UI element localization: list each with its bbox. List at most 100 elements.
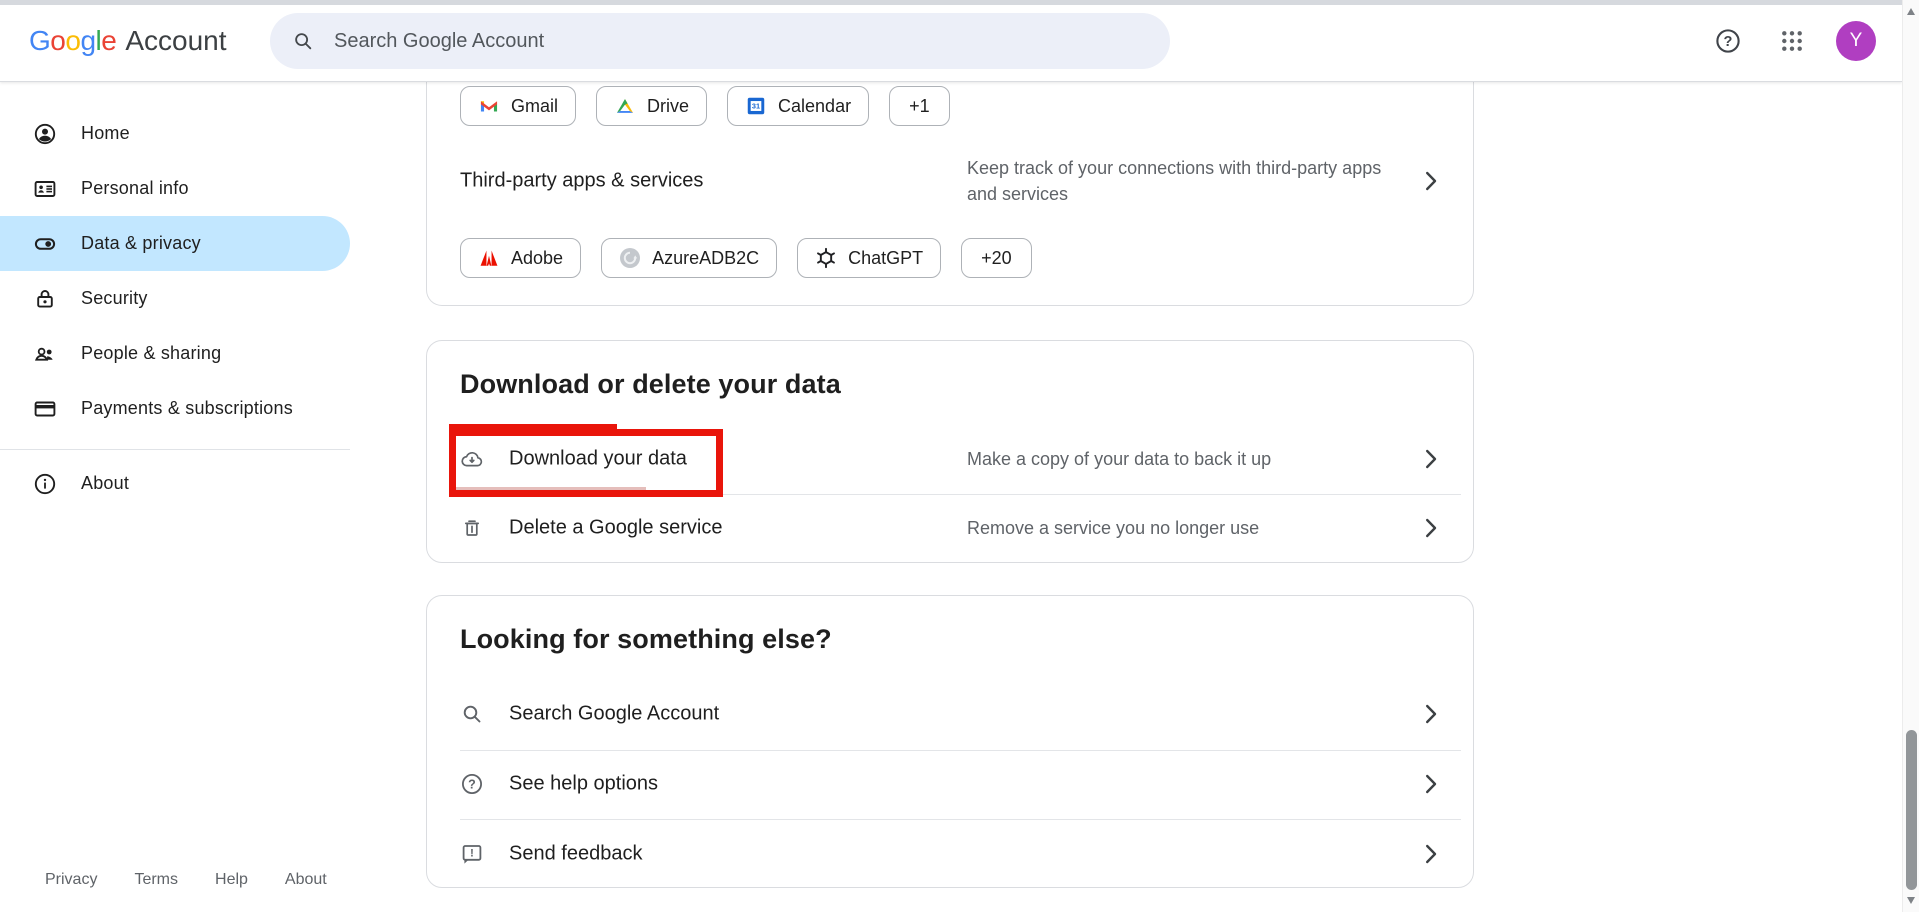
sidebar-item-payments[interactable]: Payments & subscriptions: [0, 381, 350, 436]
row-label: Send feedback: [509, 843, 642, 866]
row-label: See help options: [509, 773, 658, 796]
third-party-card: Gmail Drive 31 Calendar: [426, 82, 1474, 306]
sidebar-item-label: Payments & subscriptions: [81, 398, 293, 419]
svg-text:31: 31: [752, 102, 760, 111]
footer-link-help[interactable]: Help: [215, 871, 248, 889]
logo-letter: g: [80, 25, 95, 57]
trash-icon: [460, 516, 484, 540]
scrollbar-thumb[interactable]: [1906, 730, 1917, 890]
apps-grid-icon: [1781, 30, 1803, 52]
apps-grid-button[interactable]: [1772, 21, 1812, 61]
footer-link-terms[interactable]: Terms: [134, 871, 178, 889]
row-divider: [460, 819, 1461, 820]
calendar-icon: 31: [745, 95, 767, 117]
chip-label: +20: [981, 248, 1012, 269]
footer-link-about[interactable]: About: [285, 871, 327, 889]
chip-gmail[interactable]: Gmail: [460, 86, 576, 126]
sidebar-divider: [0, 449, 350, 450]
info-icon: [33, 472, 57, 496]
card-title: Download or delete your data: [460, 369, 841, 400]
header-actions: ? Y: [1708, 0, 1876, 82]
chip-drive[interactable]: Drive: [596, 86, 707, 126]
chip-label: Gmail: [511, 96, 558, 117]
search-google-account-row[interactable]: Search Google Account: [427, 681, 1473, 747]
sidebar: Home Personal info Data & privacy Securi: [0, 82, 350, 912]
scroll-down-arrow[interactable]: [1907, 897, 1915, 904]
see-help-options-row[interactable]: ? See help options: [427, 751, 1473, 817]
logo-letter: G: [29, 25, 50, 57]
chip-label: Adobe: [511, 248, 563, 269]
svg-text:?: ?: [468, 777, 476, 791]
chip-label: Calendar: [778, 96, 851, 117]
help-icon: ?: [460, 772, 484, 796]
row-label: Download your data: [509, 448, 687, 471]
google-account-logo[interactable]: Google Account: [29, 0, 227, 82]
chip-adobe[interactable]: Adobe: [460, 238, 581, 278]
avatar-initial: Y: [1850, 30, 1863, 52]
chevron-right-icon: [1425, 844, 1437, 864]
lock-icon: [33, 287, 57, 311]
sidebar-item-label: Personal info: [81, 178, 189, 199]
sidebar-item-data-privacy[interactable]: Data & privacy: [0, 216, 350, 271]
footer-links: Privacy Terms Help About: [45, 871, 327, 889]
person-circle-icon: [33, 122, 57, 146]
avatar[interactable]: Y: [1836, 21, 1876, 61]
download-your-data-row[interactable]: Download your data Make a copy of your d…: [427, 426, 1473, 492]
search-icon: [460, 702, 484, 726]
credit-card-icon: [33, 397, 57, 421]
scroll-up-arrow[interactable]: [1907, 8, 1915, 15]
chevron-right-icon: [1425, 171, 1437, 191]
gmail-icon: [478, 95, 500, 117]
svg-text:!: !: [470, 848, 474, 860]
app-chips: Adobe AzureADB2C: [460, 238, 1032, 278]
search-input[interactable]: Search Google Account: [270, 13, 1170, 69]
chevron-right-icon: [1425, 449, 1437, 469]
page-top-strip: [0, 0, 1902, 5]
chip-label: +1: [909, 96, 930, 117]
row-description: Make a copy of your data to back it up: [967, 446, 1397, 472]
footer-link-privacy[interactable]: Privacy: [45, 871, 97, 889]
chip-label: ChatGPT: [848, 248, 923, 269]
chip-azureadb2c[interactable]: AzureADB2C: [601, 238, 777, 278]
sidebar-item-home[interactable]: Home: [0, 106, 350, 161]
search-icon: [292, 30, 314, 52]
sidebar-item-people-sharing[interactable]: People & sharing: [0, 326, 350, 381]
send-feedback-row[interactable]: ! Send feedback: [427, 821, 1473, 887]
looking-for-card: Looking for something else? Search Googl…: [426, 595, 1474, 888]
sidebar-item-label: People & sharing: [81, 343, 221, 364]
people-icon: [33, 342, 57, 366]
sidebar-item-about[interactable]: About: [0, 456, 350, 511]
third-party-apps-row[interactable]: Third-party apps & services Keep track o…: [427, 148, 1473, 214]
logo-letter: o: [50, 25, 65, 57]
logo-letter: o: [65, 25, 80, 57]
sidebar-item-personal-info[interactable]: Personal info: [0, 161, 350, 216]
sidebar-item-label: About: [81, 473, 129, 494]
delete-google-service-row[interactable]: Delete a Google service Remove a service…: [427, 495, 1473, 561]
row-description: Remove a service you no longer use: [967, 515, 1397, 541]
chip-calendar[interactable]: 31 Calendar: [727, 86, 869, 126]
google-services-chips: Gmail Drive 31 Calendar: [460, 86, 950, 126]
sidebar-item-label: Security: [81, 288, 148, 309]
chevron-right-icon: [1425, 704, 1437, 724]
help-button[interactable]: ?: [1708, 21, 1748, 61]
header: Google Account Search Google Account ?: [0, 0, 1902, 82]
help-icon: ?: [1714, 27, 1742, 55]
chip-more-apps[interactable]: +20: [961, 238, 1032, 278]
sidebar-item-security[interactable]: Security: [0, 271, 350, 326]
vertical-scrollbar[interactable]: [1902, 0, 1919, 912]
chip-label: Drive: [647, 96, 689, 117]
row-label: Delete a Google service: [509, 517, 722, 540]
chevron-right-icon: [1425, 774, 1437, 794]
chevron-right-icon: [1425, 518, 1437, 538]
adobe-icon: [478, 247, 500, 269]
search-placeholder: Search Google Account: [334, 30, 544, 53]
chip-chatgpt[interactable]: ChatGPT: [797, 238, 941, 278]
toggle-icon: [33, 232, 57, 256]
sidebar-item-label: Home: [81, 123, 130, 144]
row-description: Keep track of your connections with thir…: [967, 155, 1397, 207]
card-title: Looking for something else?: [460, 624, 832, 655]
chip-more-services[interactable]: +1: [889, 86, 950, 126]
row-label: Third-party apps & services: [460, 170, 703, 193]
azureadb2c-icon: [619, 247, 641, 269]
logo-letter: e: [101, 25, 116, 57]
